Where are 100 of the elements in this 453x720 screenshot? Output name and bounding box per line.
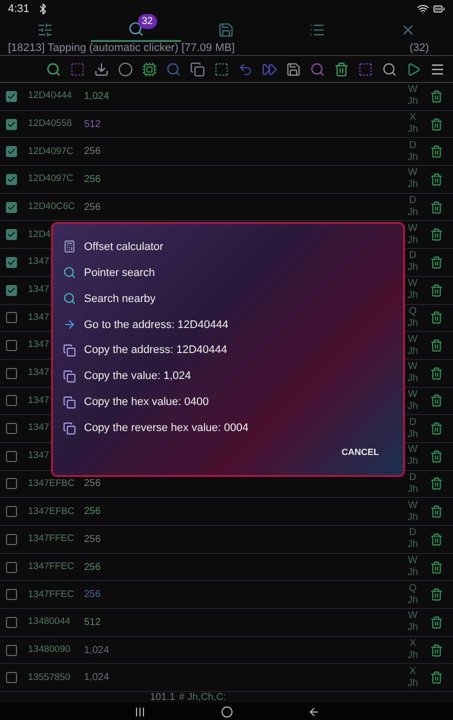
type-text: W <box>408 278 418 290</box>
save-icon[interactable] <box>286 62 301 76</box>
type-text: W <box>408 444 418 456</box>
address-text: 1347 <box>28 310 50 325</box>
flags-text: Jh <box>407 512 418 524</box>
flags-text: Jh <box>407 346 418 358</box>
trash-icon[interactable] <box>430 505 443 518</box>
trash-icon[interactable] <box>430 560 443 574</box>
checkbox[interactable] <box>6 229 17 240</box>
checkbox[interactable] <box>6 534 17 545</box>
download-icon[interactable] <box>94 62 109 76</box>
flags-text: Jh <box>407 567 418 580</box>
trash-icon[interactable] <box>430 644 443 657</box>
checkbox[interactable] <box>6 562 17 573</box>
checkbox[interactable] <box>6 395 17 406</box>
trash-icon[interactable] <box>430 532 443 546</box>
value-text: 256 <box>84 560 101 575</box>
square-icon[interactable] <box>214 62 229 76</box>
recents-icon[interactable] <box>134 706 146 718</box>
checkbox[interactable] <box>6 478 17 490</box>
trash-icon[interactable] <box>430 422 443 436</box>
home-icon[interactable] <box>220 706 232 718</box>
tab[interactable]: 32 <box>90 18 182 42</box>
value-text: 1,024 <box>84 671 110 686</box>
dot-icon[interactable] <box>118 62 133 76</box>
trash-icon[interactable] <box>430 256 443 269</box>
menu-item[interactable]: Copy the reverse hex value: 0004 <box>63 416 393 442</box>
checkbox[interactable] <box>6 423 17 434</box>
checkbox[interactable] <box>6 672 17 684</box>
value-text: 256 <box>84 145 101 160</box>
checkbox[interactable] <box>6 589 17 600</box>
flags-text: Jh <box>407 484 418 496</box>
address-text: 13557850 <box>28 670 70 685</box>
trash-icon[interactable] <box>430 450 443 463</box>
play-icon[interactable] <box>406 62 421 76</box>
search-icon[interactable] <box>46 62 61 76</box>
trash-icon[interactable] <box>430 118 443 131</box>
checkbox[interactable] <box>6 644 17 656</box>
type-text: W <box>408 361 418 374</box>
trash-icon[interactable] <box>430 477 443 490</box>
checkbox[interactable] <box>6 340 17 352</box>
trash-icon[interactable] <box>430 339 443 352</box>
menu-icon[interactable] <box>430 62 445 76</box>
menu-item[interactable]: Copy the hex value: 0400 <box>63 390 393 416</box>
checkbox[interactable] <box>6 90 17 102</box>
copy-icon[interactable] <box>190 62 205 76</box>
fast-forward-icon[interactable] <box>262 62 277 76</box>
type-text: X <box>409 112 416 124</box>
search-icon[interactable] <box>382 62 397 76</box>
type-text: W <box>408 84 418 96</box>
type-text: D <box>409 195 416 208</box>
chip-icon[interactable] <box>142 62 157 76</box>
trash-icon[interactable] <box>430 616 443 629</box>
value-text: 256 <box>84 532 101 547</box>
menu-item[interactable]: Copy the value: 1,024 <box>63 364 393 390</box>
checkbox[interactable] <box>6 284 17 296</box>
process-label[interactable]: [18213] Tapping (automatic clicker) [77.09 MB] <box>8 40 235 57</box>
settings-icon <box>37 22 54 38</box>
checkbox[interactable] <box>6 368 17 379</box>
flags-text: Jh <box>407 234 418 247</box>
save-icon <box>218 22 234 38</box>
copy-icon <box>63 344 76 358</box>
checkbox[interactable] <box>6 118 17 130</box>
checkbox[interactable] <box>6 146 17 158</box>
type-text: W <box>408 500 418 512</box>
checkbox[interactable] <box>6 506 17 518</box>
trash-icon[interactable] <box>430 284 443 297</box>
trash-icon[interactable] <box>430 145 443 158</box>
trash-icon[interactable] <box>430 311 443 324</box>
trash-icon[interactable] <box>430 366 443 380</box>
search-icon[interactable] <box>166 62 181 76</box>
menu-item[interactable]: Offset calculator <box>63 234 393 260</box>
trash-icon[interactable] <box>430 90 443 103</box>
type-text: W <box>408 222 418 235</box>
cancel-button[interactable]: CANCEL <box>334 442 387 463</box>
value-text: 512 <box>84 616 101 630</box>
checkbox[interactable] <box>6 174 17 185</box>
trash-icon[interactable] <box>430 172 443 186</box>
checkbox[interactable] <box>6 312 17 324</box>
checkbox[interactable] <box>6 450 17 462</box>
checkbox[interactable] <box>6 202 17 213</box>
undo-icon[interactable] <box>238 62 253 76</box>
search-icon[interactable] <box>310 62 325 76</box>
flags-text: Jh <box>407 152 418 164</box>
address-text: 12D40444 <box>28 89 72 104</box>
menu-item[interactable]: Search nearby <box>63 286 393 312</box>
menu-item[interactable]: Copy the address: 12D40444 <box>63 338 393 364</box>
flags-text: Jh <box>407 456 418 468</box>
menu-item[interactable]: Pointer search <box>63 260 393 286</box>
back-icon[interactable] <box>308 706 320 718</box>
checkbox[interactable] <box>6 616 17 628</box>
trash-icon[interactable] <box>334 62 349 76</box>
square-icon[interactable] <box>358 62 373 76</box>
trash-icon[interactable] <box>430 200 443 214</box>
trash-icon[interactable] <box>430 671 443 684</box>
trash-icon[interactable] <box>430 228 443 242</box>
checkbox[interactable] <box>6 256 17 268</box>
trash-icon[interactable] <box>430 588 443 602</box>
menu-item[interactable]: Go to the address: 12D40444 <box>63 312 393 338</box>
trash-icon[interactable] <box>430 394 443 408</box>
